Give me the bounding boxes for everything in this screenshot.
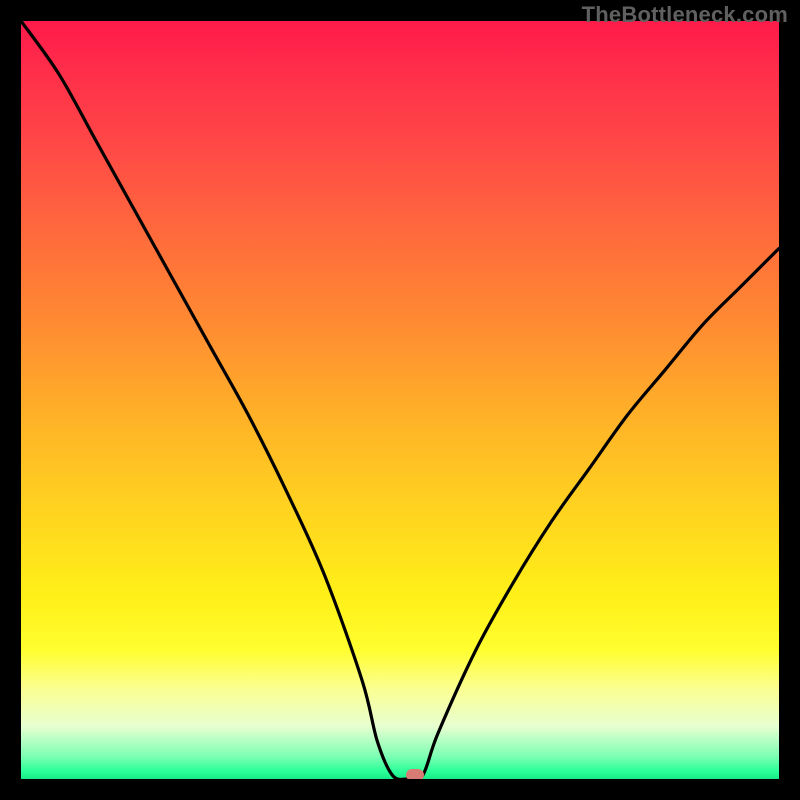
optimum-marker bbox=[406, 769, 424, 779]
chart-frame: TheBottleneck.com bbox=[0, 0, 800, 800]
bottleneck-curve bbox=[21, 21, 779, 779]
plot-area bbox=[21, 21, 779, 779]
watermark-text: TheBottleneck.com bbox=[582, 2, 788, 28]
